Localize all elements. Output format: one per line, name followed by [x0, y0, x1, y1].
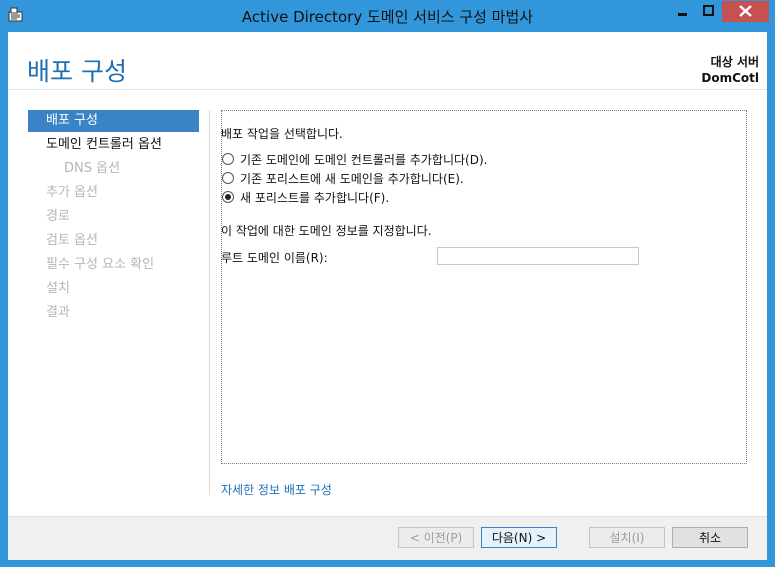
radio-label[interactable]: 새 포리스트를 추가합니다(F). — [240, 189, 389, 206]
cancel-button[interactable]: 취소 — [672, 527, 748, 548]
wizard-client-area: 배포 구성 대상 서버 DomCotl 배포 구성 도메인 컨트롤러 옵션 DN… — [8, 32, 767, 560]
nav-item-paths: 경로 — [46, 209, 70, 224]
close-icon — [739, 5, 752, 17]
nav-item-prerequisites-check: 필수 구성 요소 확인 — [46, 257, 155, 272]
radio-label[interactable]: 기존 도메인에 도메인 컨트롤러를 추가합니다(D). — [240, 151, 487, 168]
deployment-instruction: 배포 작업을 선택합니다. — [221, 127, 343, 141]
radio-button[interactable] — [222, 172, 234, 184]
nav-item-results: 결과 — [46, 305, 70, 320]
wizard-footer: < 이전(P) 다음(N) > 설치(I) 취소 — [8, 516, 767, 560]
close-button[interactable] — [722, 1, 769, 22]
page-title: 배포 구성 — [27, 57, 127, 86]
minimize-icon — [678, 13, 687, 16]
radio-button[interactable] — [222, 191, 234, 203]
maximize-button[interactable] — [696, 1, 721, 22]
maximize-icon — [703, 5, 714, 16]
next-button[interactable]: 다음(N) > — [481, 527, 557, 548]
install-button[interactable]: 설치(I) — [589, 527, 665, 548]
window-title: Active Directory 도메인 서비스 구성 마법사 — [241, 8, 534, 26]
header-divider — [8, 89, 767, 90]
nav-item-dc-options[interactable]: 도메인 컨트롤러 옵션 — [28, 134, 199, 156]
nav-item-review-options: 검토 옵션 — [46, 233, 98, 248]
radio-button[interactable] — [222, 153, 234, 165]
domain-info-instruction: 이 작업에 대한 도메인 정보를 지정합니다. — [221, 224, 432, 238]
radio-label[interactable]: 기존 포리스트에 새 도메인을 추가합니다(E). — [240, 170, 464, 187]
root-domain-label: 루트 도메인 이름(R): — [221, 251, 328, 265]
target-server-name: DomCotl — [701, 71, 759, 85]
root-domain-input[interactable] — [437, 247, 639, 265]
wizard-window: Active Directory 도메인 서비스 구성 마법사 배포 구성 대상… — [0, 0, 775, 567]
title-bar[interactable]: Active Directory 도메인 서비스 구성 마법사 — [0, 0, 775, 32]
nav-item-dns-options: DNS 옵션 — [64, 161, 121, 176]
target-server-label: 대상 서버 — [710, 55, 759, 69]
nav-item-installation: 설치 — [46, 281, 70, 296]
previous-button[interactable]: < 이전(P) — [398, 527, 474, 548]
nav-divider — [209, 110, 210, 495]
nav-item-deployment-config[interactable]: 배포 구성 — [28, 110, 199, 132]
more-info-link[interactable]: 자세한 정보 배포 구성 — [221, 481, 332, 498]
nav-item-additional-options: 추가 옵션 — [46, 185, 98, 200]
minimize-button[interactable] — [670, 1, 695, 22]
